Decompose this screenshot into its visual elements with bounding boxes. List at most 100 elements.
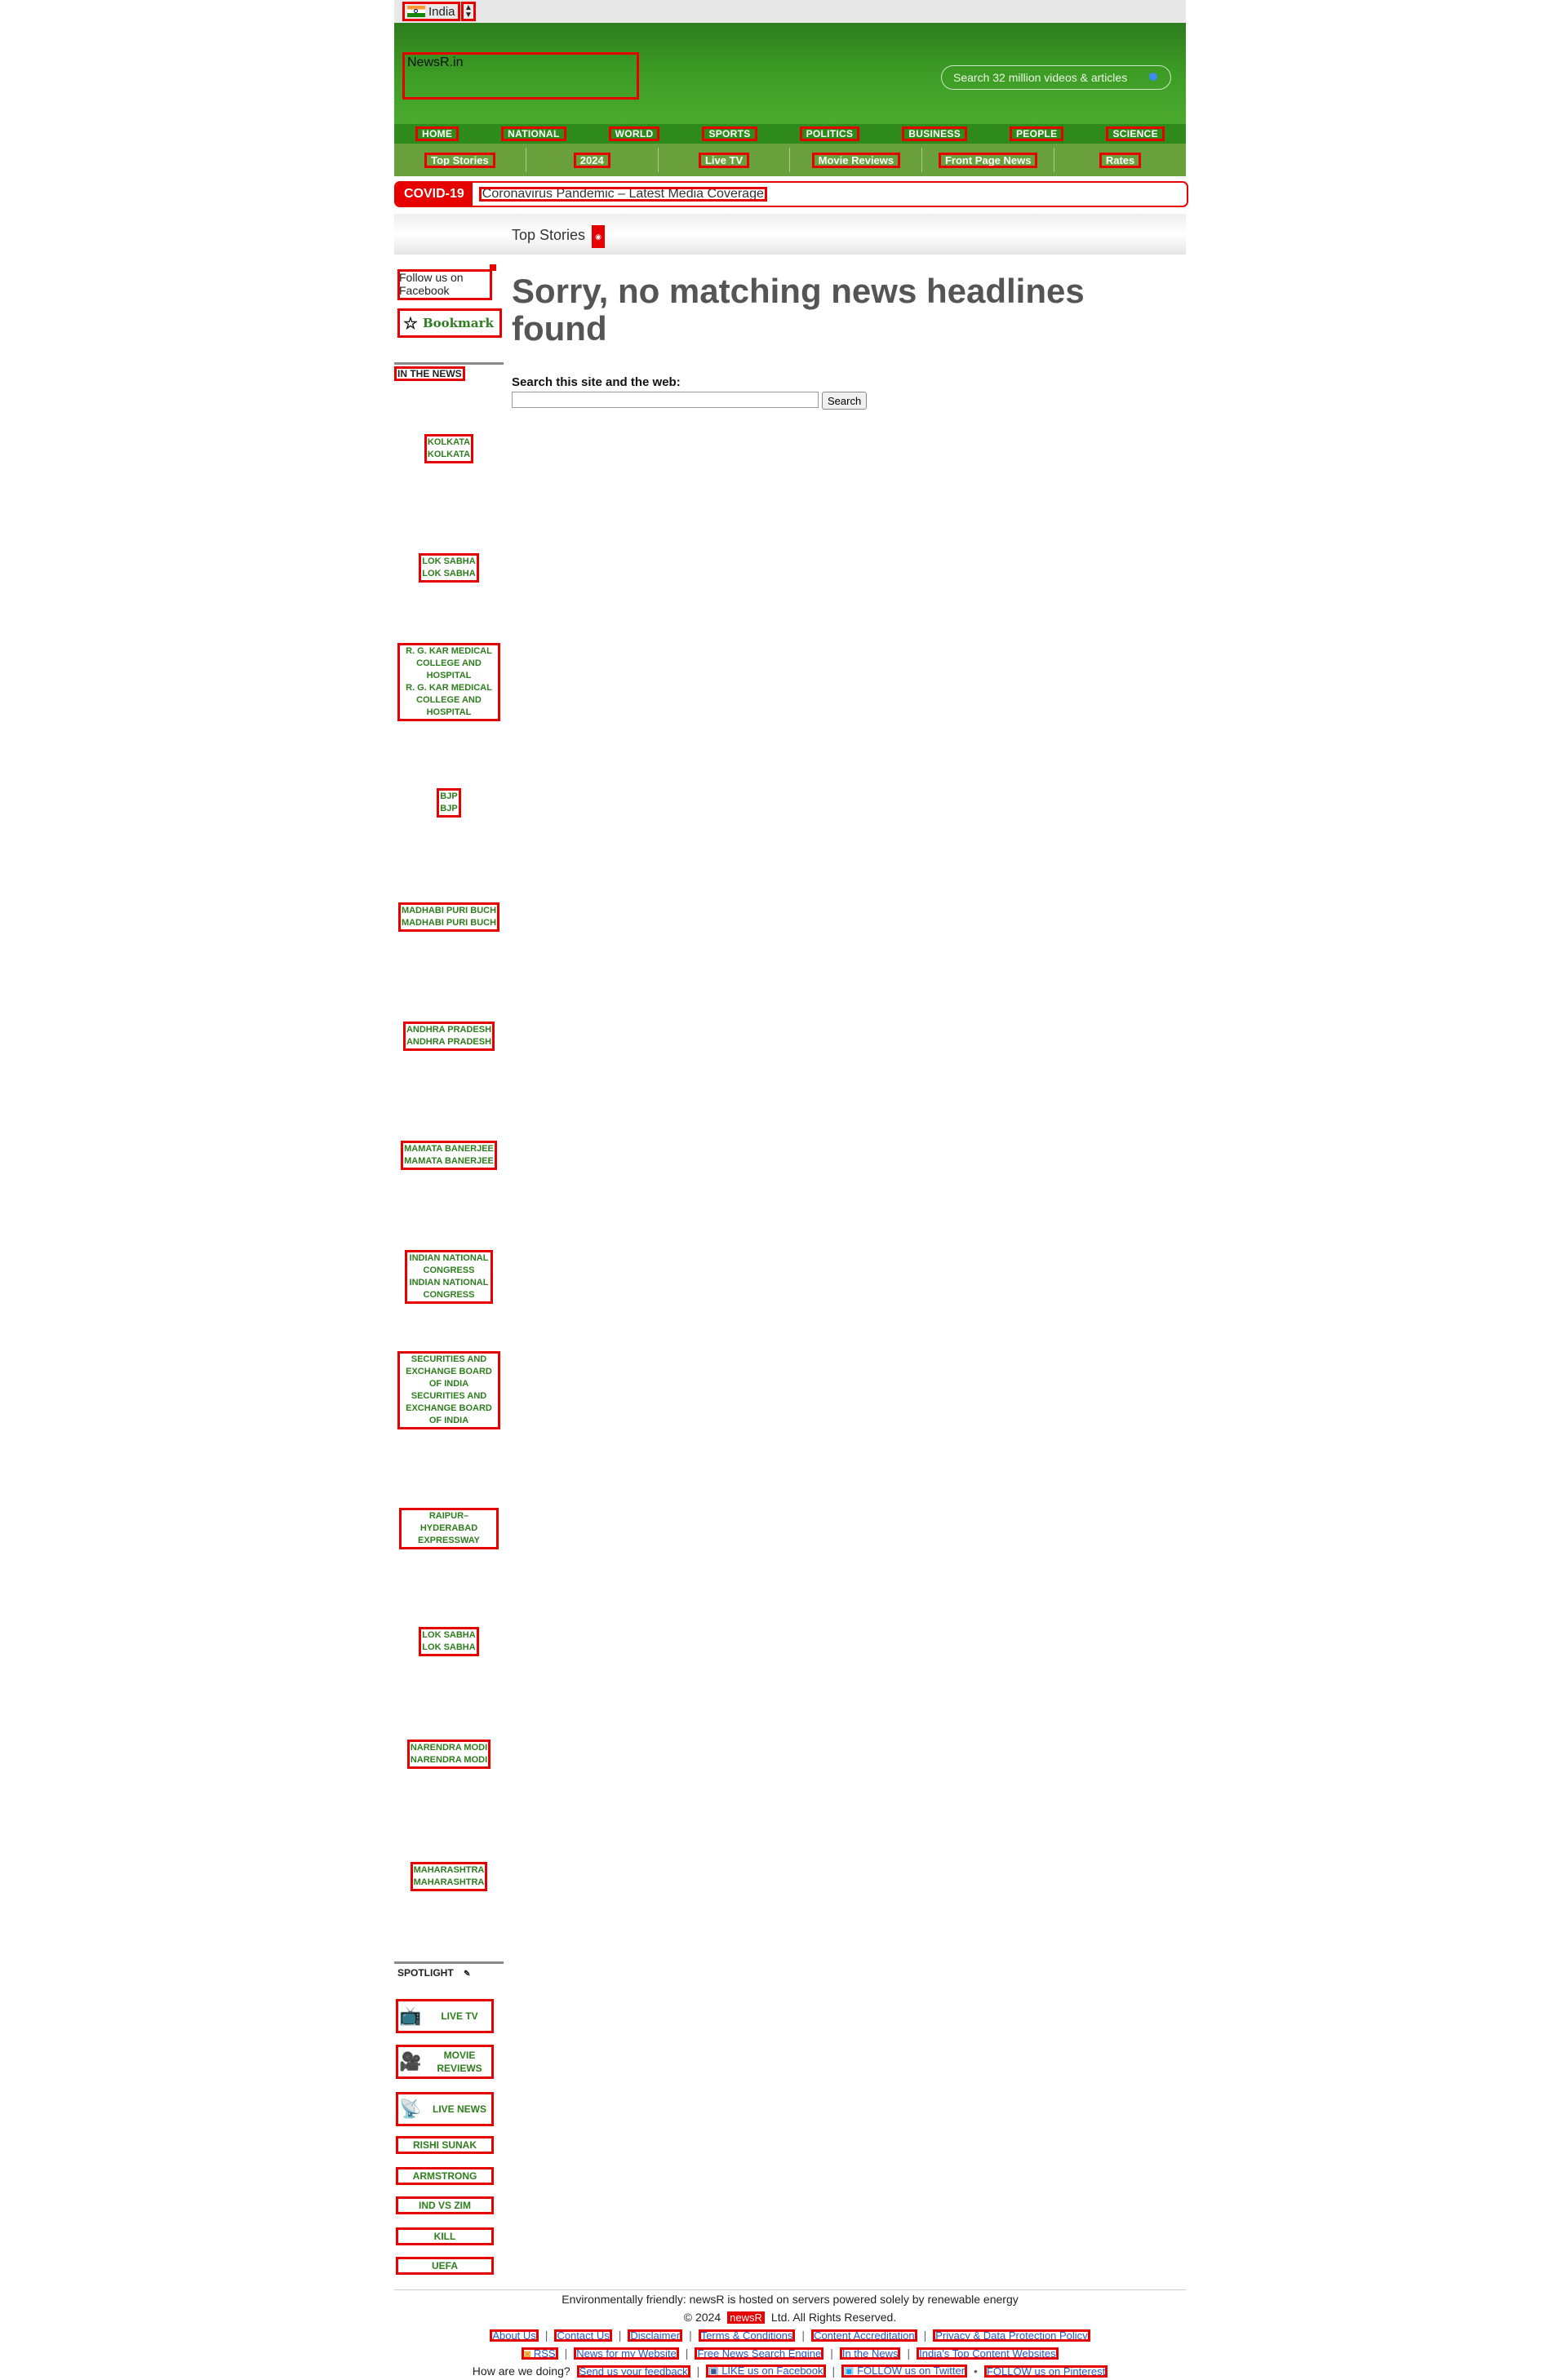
news-link[interactable]: MADHABI PURI BUCH MADHABI PURI BUCH xyxy=(397,902,500,932)
news-item: KOLKATA KOLKATA xyxy=(394,434,504,463)
site-search-input[interactable] xyxy=(512,392,819,408)
covid-link[interactable]: Coronavirus Pandemic – Latest Media Cove… xyxy=(478,187,767,202)
spotlight-link[interactable]: RISHI SUNAK xyxy=(396,2136,494,2154)
news-item: MAMATA BANERJEE MAMATA BANERJEE xyxy=(394,1141,504,1170)
nav-front-page-news[interactable]: Front Page News xyxy=(938,152,1038,168)
rss-icon[interactable]: ◉ xyxy=(592,225,605,248)
pinterest-follow-link[interactable]: FOLLOW us on Pinterest xyxy=(983,2364,1108,2378)
footer-link-news-for-website[interactable]: News for my Website xyxy=(574,2347,679,2360)
twitter-icon: ▣ xyxy=(844,2364,855,2377)
news-item: LOK SABHA LOK SABHA xyxy=(394,553,504,583)
tv-icon: 📺 xyxy=(399,2005,422,2026)
spotlight-link[interactable]: ARMSTRONG xyxy=(396,2167,494,2185)
spotlight-link[interactable]: IND VS ZIM xyxy=(396,2196,494,2214)
nav-top-stories[interactable]: Top Stories xyxy=(424,152,495,168)
covid-banner: COVID-19 Coronavirus Pandemic – Latest M… xyxy=(394,181,1188,207)
nav-live-tv[interactable]: Live TV xyxy=(698,152,750,168)
news-item: RAIPUR–HYDERABAD EXPRESSWAY xyxy=(394,1508,504,1549)
feedback-prompt: How are we doing? xyxy=(472,2364,570,2378)
news-item: LOK SABHA LOK SABHA xyxy=(394,1627,504,1656)
eco-text: Environmentally friendly: newsR is hoste… xyxy=(562,2293,1019,2306)
footer-social: How are we doing? Send us your feedback |… xyxy=(394,2362,1186,2380)
spotlight-link[interactable]: KILL xyxy=(396,2227,494,2245)
nav-science[interactable]: SCIENCE xyxy=(1106,126,1165,141)
news-link[interactable]: BJP BJP xyxy=(437,788,461,818)
nav-movie-reviews[interactable]: Movie Reviews xyxy=(811,152,901,168)
news-link[interactable]: LOK SABHA LOK SABHA xyxy=(419,1627,479,1656)
news-link[interactable]: KOLKATA KOLKATA xyxy=(424,434,474,463)
covid-tag[interactable]: COVID-19 xyxy=(396,183,473,206)
india-flag-icon xyxy=(407,6,425,17)
spotlight-live-tv[interactable]: 📺 LIVE TV xyxy=(396,1999,494,2033)
footer-link-about[interactable]: About Us xyxy=(490,2329,539,2342)
nav-business[interactable]: BUSINESS xyxy=(902,126,968,141)
nav-world[interactable]: WORLD xyxy=(608,126,660,141)
news-link[interactable]: RAIPUR–HYDERABAD EXPRESSWAY xyxy=(399,1508,499,1549)
bookmark-button[interactable]: ☆ Bookmark xyxy=(397,308,502,338)
primary-nav: HOME NATIONAL WORLD SPORTS POLITICS BUSI… xyxy=(394,124,1186,144)
company-link[interactable]: newsR xyxy=(727,2311,765,2324)
footer-link-contact[interactable]: Contact Us xyxy=(554,2329,612,2342)
news-link[interactable]: R. G. KAR MEDICAL COLLEGE AND HOSPITAL R.… xyxy=(397,643,500,721)
news-item: INDIAN NATIONAL CONGRESS INDIAN NATIONAL … xyxy=(394,1250,504,1304)
follow-facebook-link[interactable]: Follow us on Facebook xyxy=(397,269,492,300)
secondary-nav: Top Stories 2024 Live TV Movie Reviews F… xyxy=(394,144,1186,176)
footer-link-top-websites[interactable]: India's Top Content Websites xyxy=(917,2347,1059,2360)
spotlight-title: SPOTLIGHT xyxy=(397,1967,454,1979)
footer-link-accreditation[interactable]: Content Accreditation xyxy=(811,2329,917,2342)
main-content: Sorry, no matching news headlines found … xyxy=(512,272,1165,410)
news-link[interactable]: MAMATA BANERJEE MAMATA BANERJEE xyxy=(401,1141,497,1170)
nav-rates[interactable]: Rates xyxy=(1099,152,1142,168)
nav-national[interactable]: NATIONAL xyxy=(501,126,566,141)
search-icon[interactable] xyxy=(1149,73,1157,81)
nav-home[interactable]: HOME xyxy=(415,126,459,141)
spotlight-link[interactable]: UEFA xyxy=(396,2257,494,2275)
footer-link-privacy[interactable]: Privacy & Data Protection Policy xyxy=(933,2329,1090,2342)
news-item: BJP BJP xyxy=(394,788,504,818)
twitter-follow-link[interactable]: ▣ FOLLOW us on Twitter xyxy=(841,2364,968,2378)
country-selector[interactable]: India xyxy=(402,2,460,21)
site-search-button[interactable]: Search xyxy=(822,392,868,410)
news-link[interactable]: INDIAN NATIONAL CONGRESS INDIAN NATIONAL … xyxy=(405,1250,493,1304)
footer-link-rss[interactable]: ◙ RSS xyxy=(522,2347,558,2360)
header-search-placeholder: Search 32 million videos & articles xyxy=(953,71,1128,84)
news-link[interactable]: MAHARASHTRA MAHARASHTRA xyxy=(410,1862,488,1891)
footer-link-in-the-news[interactable]: In the News xyxy=(839,2347,901,2360)
news-item: SECURITIES AND EXCHANGE BOARD OF INDIA SE… xyxy=(394,1351,504,1429)
news-item: MADHABI PURI BUCH MADHABI PURI BUCH xyxy=(394,902,504,932)
header-search-input[interactable]: Search 32 million videos & articles xyxy=(941,65,1171,90)
news-item: MAHARASHTRA MAHARASHTRA xyxy=(394,1862,504,1891)
footer-links: About Us | Contact Us | Disclaimer | Terms … xyxy=(394,2326,1186,2344)
spotlight-live-news[interactable]: 📡 LIVE NEWS xyxy=(396,2092,494,2126)
site-header: NewsR.in Search 32 million videos & arti… xyxy=(394,23,1186,124)
site-logo[interactable]: NewsR.in xyxy=(402,52,639,100)
in-the-news-header: IN THE NEWS xyxy=(394,362,504,381)
footer-link-search-engine[interactable]: Free News Search Engine xyxy=(695,2347,824,2360)
footer-link-disclaimer[interactable]: Disclaimer xyxy=(628,2329,683,2342)
footer-links-2: ◙ RSS | News for my Website | Free News Se… xyxy=(394,2344,1186,2362)
facebook-like-link[interactable]: ▣ LIKE us on Facebook xyxy=(706,2364,826,2378)
nav-sports[interactable]: SPORTS xyxy=(702,126,757,141)
country-spinner-icon[interactable]: ▲ ▼ xyxy=(461,2,476,21)
star-icon: ☆ xyxy=(403,313,418,333)
news-item: ANDHRA PRADESH ANDHRA PRADESH xyxy=(394,1022,504,1051)
breadcrumb: Top Stories xyxy=(512,227,586,243)
nav-2024[interactable]: 2024 xyxy=(573,152,610,168)
news-item: NARENDRA MODI NARENDRA MODI xyxy=(394,1740,504,1769)
spotlight-header: SPOTLIGHT ✎ xyxy=(394,1961,504,1980)
nav-people[interactable]: PEOPLE xyxy=(1010,126,1064,141)
facebook-widget-icon xyxy=(490,264,496,271)
news-link[interactable]: ANDHRA PRADESH ANDHRA PRADESH xyxy=(402,1022,495,1051)
news-link[interactable]: LOK SABHA LOK SABHA xyxy=(419,553,479,583)
pin-icon: ✎ xyxy=(464,1970,471,1979)
feedback-link[interactable]: Send us your feedback xyxy=(576,2364,690,2378)
page-title: Sorry, no matching news headlines found xyxy=(512,272,1085,348)
footer-copyright: © 2024 newsR Ltd. All Rights Reserved. xyxy=(683,2311,897,2324)
nav-politics[interactable]: POLITICS xyxy=(799,126,860,141)
news-link[interactable]: SECURITIES AND EXCHANGE BOARD OF INDIA SE… xyxy=(397,1351,500,1429)
news-link[interactable]: NARENDRA MODI NARENDRA MODI xyxy=(406,1740,491,1769)
country-label: India xyxy=(428,4,455,19)
footer-link-terms[interactable]: Terms & Conditions xyxy=(698,2329,796,2342)
spotlight-movie-reviews[interactable]: 🎥 MOVIE REVIEWS xyxy=(396,2045,494,2079)
camera-icon: 🎥 xyxy=(399,2051,422,2072)
